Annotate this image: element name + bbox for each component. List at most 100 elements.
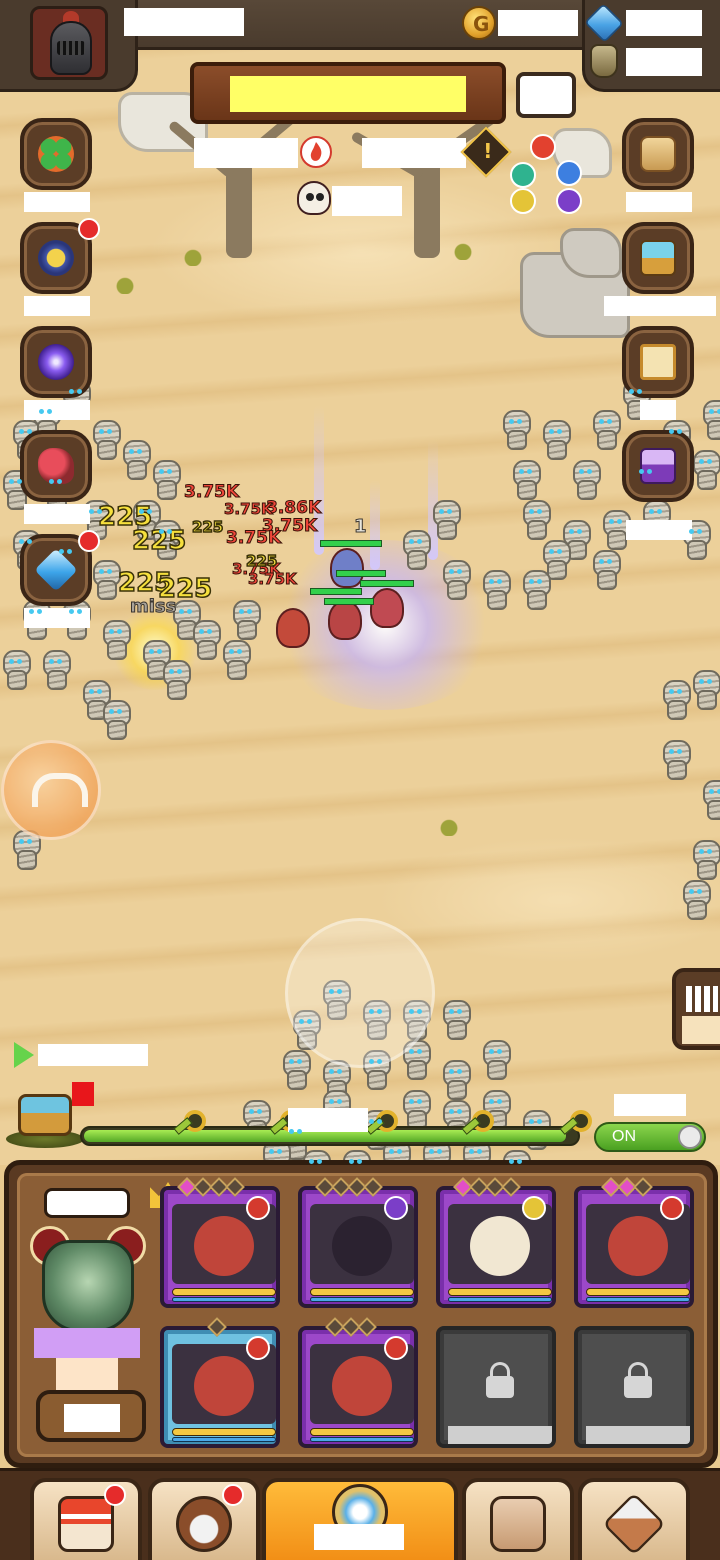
side-label-redacted (24, 296, 90, 316)
mummy-eye (449, 1109, 454, 1114)
mummy-eye (449, 1069, 454, 1074)
hero-card[interactable] (298, 1186, 418, 1308)
mummy-eye (537, 1119, 542, 1124)
mummy-eye (357, 1159, 362, 1164)
portal-button[interactable] (20, 326, 92, 398)
mummy-eye (9, 659, 14, 664)
mummy-eye (489, 1049, 494, 1054)
side-label-redacted (640, 400, 676, 420)
mummy-enemy (520, 500, 551, 540)
mummy-eye (449, 569, 454, 574)
treasure-chest-button[interactable] (622, 222, 694, 294)
mummy-eye (137, 449, 142, 454)
mummy-eye (27, 429, 32, 434)
hero-face (332, 1216, 392, 1276)
mummy-eye (129, 449, 134, 454)
star-icon (225, 1177, 245, 1197)
mummy-eye (149, 649, 154, 654)
shrub (112, 268, 138, 294)
mummy-eye (187, 609, 192, 614)
light-element-icon (522, 1196, 546, 1220)
quest-board-button[interactable] (622, 326, 694, 398)
mummy-eye (29, 609, 34, 614)
mummy-eye (529, 1119, 534, 1124)
mummy-eye (107, 429, 112, 434)
kill-count-redacted (332, 186, 402, 216)
wind-element-icon (510, 162, 536, 188)
locked-hero-slot[interactable] (574, 1326, 694, 1448)
mummy-eye (49, 659, 54, 664)
nav-forge[interactable] (578, 1478, 690, 1560)
bag-icon (490, 1496, 546, 1552)
damage-number: 225 (245, 551, 278, 571)
mummy-eye (19, 839, 24, 844)
skull-icon (297, 181, 331, 215)
helmet-visor (57, 41, 85, 55)
hero-card[interactable] (298, 1326, 418, 1448)
mummy-enemy (510, 460, 541, 500)
mummy-eye (77, 609, 82, 614)
mummy-eye (677, 689, 682, 694)
battle-label-redacted (314, 1524, 404, 1550)
counter-text: 1 (354, 516, 367, 538)
mummy-eye (337, 989, 342, 994)
mummy-eye (557, 549, 562, 554)
damage-number: 225 (191, 517, 224, 537)
mummy-enemy (570, 460, 601, 500)
mummy-eye (707, 679, 712, 684)
mummy-eye (699, 679, 704, 684)
mummy-eye (707, 849, 712, 854)
player-avatar[interactable] (30, 6, 108, 80)
battlefield[interactable]: 3.75K 3.86K 3.75K 3.75K 3.75K 3.75K 3.75… (0, 0, 720, 1165)
scroll-button[interactable] (622, 118, 694, 190)
mummy-eye (657, 509, 662, 514)
stage-reward-chest[interactable] (6, 1082, 94, 1152)
mummy-eye (167, 529, 172, 534)
fire-element-icon (246, 1196, 270, 1220)
mummy-eye (517, 1159, 522, 1164)
side-label-redacted (604, 296, 716, 316)
hero-card[interactable] (436, 1186, 556, 1308)
hero-face (470, 1216, 530, 1276)
mummy-eye (669, 749, 674, 754)
team-manage-button[interactable] (36, 1390, 146, 1442)
hero-face (332, 1356, 392, 1416)
gold-coin-icon (462, 6, 496, 40)
team-power-redacted (56, 1358, 118, 1392)
mummy-eye (677, 749, 682, 754)
mummy-eye (59, 549, 64, 554)
stage-info-redacted (362, 138, 466, 168)
mummy-eye (377, 1009, 382, 1014)
stage-side-button[interactable] (516, 72, 576, 118)
virtual-joystick[interactable] (285, 918, 435, 1068)
mummy-eye (277, 1149, 282, 1154)
key-icon (558, 1110, 592, 1138)
nav-inventory[interactable] (462, 1478, 574, 1560)
mummy-eye (67, 549, 72, 554)
music-button[interactable] (1, 740, 101, 840)
team-emblem-icon[interactable] (42, 1240, 134, 1332)
damage-stats-button[interactable] (672, 968, 720, 1050)
mummy-eye (147, 509, 152, 514)
mummy-eye (569, 529, 574, 534)
miss-text: miss (129, 596, 177, 618)
stage-info-redacted (194, 138, 298, 168)
locked-hero-slot[interactable] (436, 1326, 556, 1448)
auto-battle-toggle[interactable]: ON (594, 1122, 706, 1152)
hero-card[interactable] (574, 1186, 694, 1308)
mummy-enemy (700, 400, 720, 440)
mummy-eye (599, 559, 604, 564)
play-speed-icon[interactable] (14, 1042, 34, 1068)
lucky-clover-button[interactable] (20, 118, 92, 190)
hero-unit (330, 548, 364, 588)
hero-card[interactable] (160, 1326, 280, 1448)
bouquet-button[interactable] (20, 430, 92, 502)
bar-chart-icon (686, 986, 718, 1012)
hero-card[interactable] (160, 1186, 280, 1308)
mummy-enemy (400, 530, 431, 570)
notification-dot (78, 218, 100, 240)
mummy-eye (457, 1109, 462, 1114)
stage-banner[interactable] (190, 62, 506, 124)
mummy-eye (649, 509, 654, 514)
purple-chest-button[interactable] (622, 430, 694, 502)
